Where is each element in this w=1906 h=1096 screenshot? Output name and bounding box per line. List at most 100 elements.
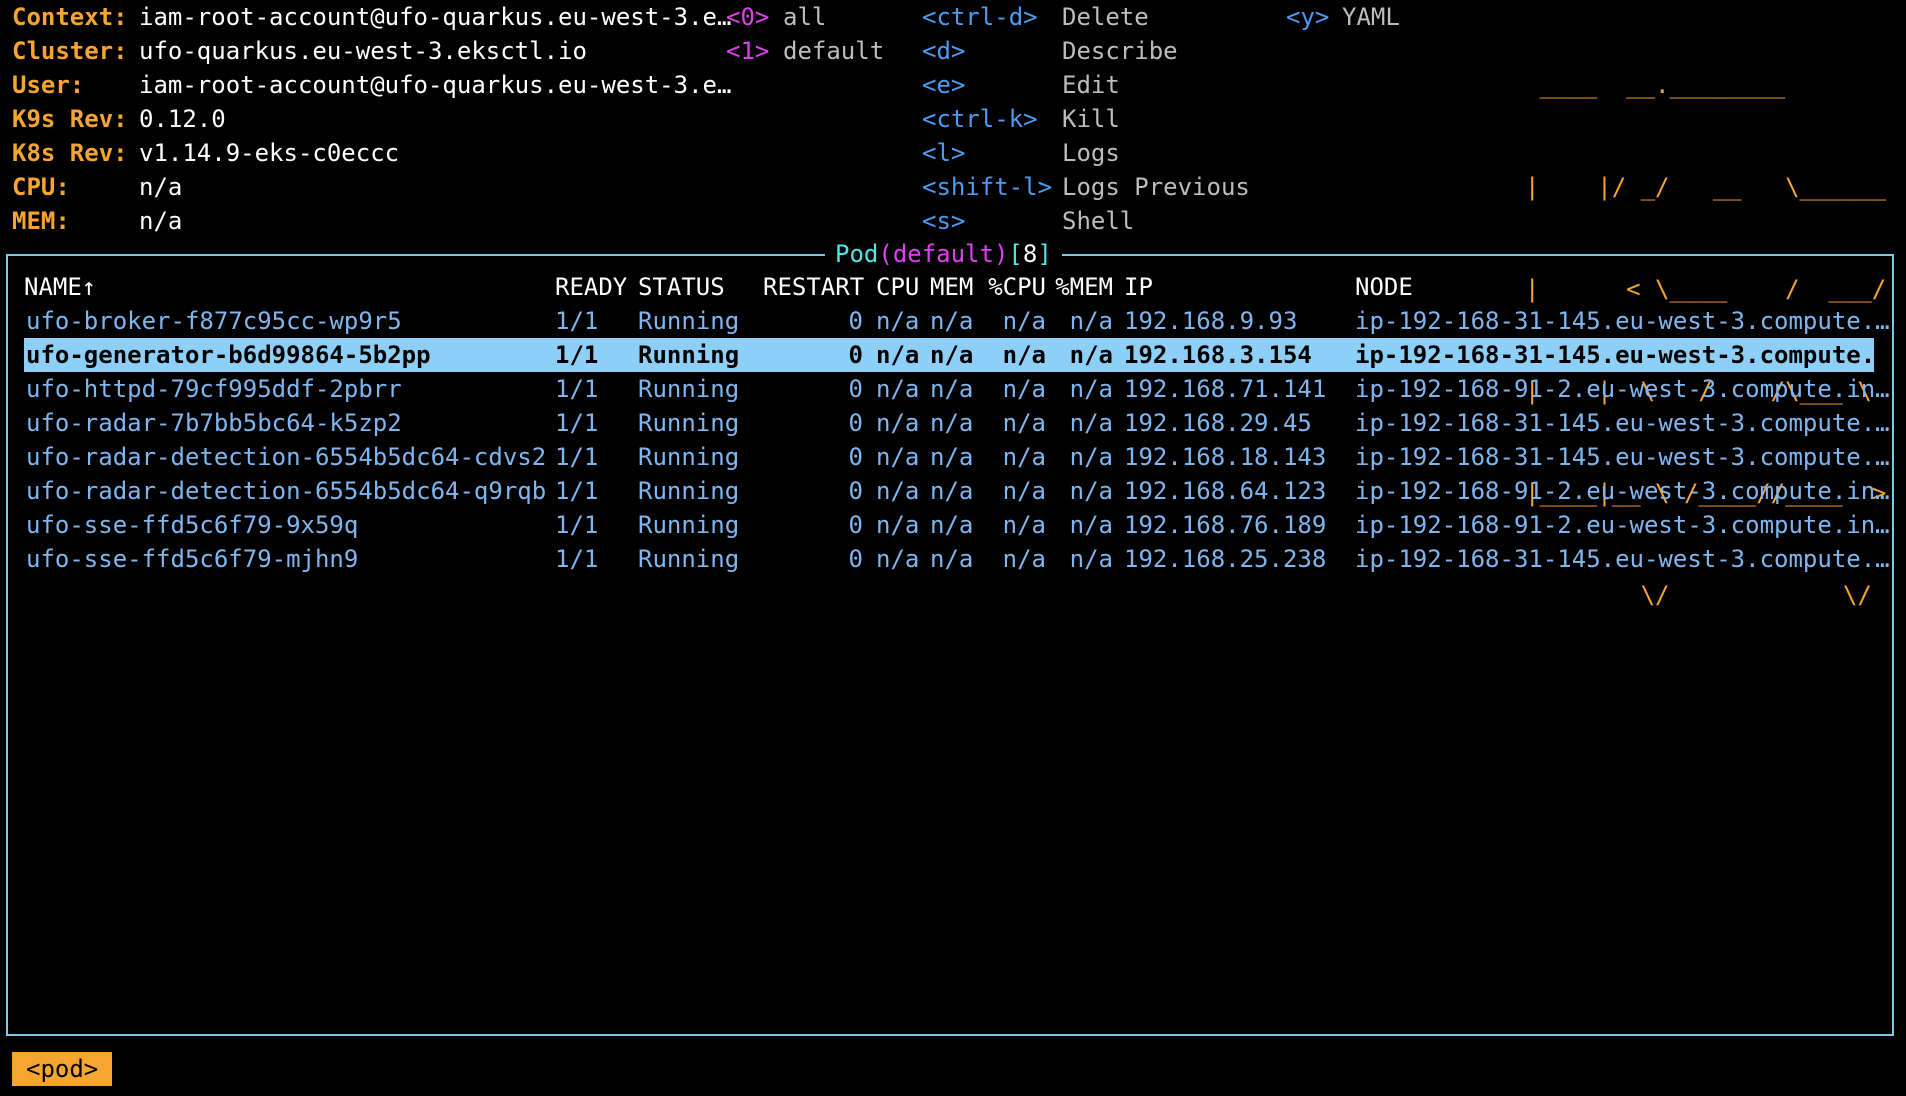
hotkey-describe-desc: Describe — [1062, 37, 1178, 65]
hotkey-shell-key[interactable]: <s> — [922, 204, 965, 238]
column-header-ready[interactable]: READY — [555, 270, 627, 304]
cell-mem-pct: n/a — [1069, 443, 1113, 471]
user-label: User: — [12, 71, 85, 99]
breadcrumb-pod[interactable]: <pod> — [12, 1052, 113, 1086]
cell-mem: n/a — [930, 307, 974, 335]
column-header-ip[interactable]: IP — [1124, 270, 1153, 304]
panel-namespace: default — [892, 240, 994, 268]
cell-status: Running — [638, 545, 740, 573]
column-header-node[interactable]: NODE — [1355, 270, 1413, 304]
mem-value: n/a — [139, 207, 183, 235]
cell-cpu-pct: n/a — [1002, 511, 1046, 539]
hotkey-delete-key[interactable]: <ctrl-d> — [922, 0, 1038, 34]
cell-ready: 1/1 — [555, 375, 599, 403]
cell-name: ufo-httpd-79cf995ddf-2pbrr — [26, 375, 402, 403]
cluster-value: ufo-quarkus.eu-west-3.eksctl.io — [139, 37, 587, 65]
cell-cpu: n/a — [876, 443, 920, 471]
cell-cpu-pct: n/a — [1002, 375, 1046, 403]
cell-mem: n/a — [930, 409, 974, 437]
cell-cpu-pct: n/a — [1002, 409, 1046, 437]
hotkey-yaml-key[interactable]: <y> — [1286, 0, 1329, 34]
cluster-label: Cluster: — [12, 37, 128, 65]
cell-status: Running — [638, 477, 740, 505]
cell-cpu-pct: n/a — [1002, 341, 1046, 369]
cell-restart: 0 — [848, 477, 863, 505]
cell-name: ufo-sse-ffd5c6f79-mjhn9 — [26, 545, 359, 573]
cell-status: Running — [638, 511, 740, 539]
cell-restart: 0 — [848, 375, 863, 403]
cell-ready: 1/1 — [555, 477, 599, 505]
cell-cpu: n/a — [876, 375, 920, 403]
cell-ready: 1/1 — [555, 443, 599, 471]
cell-ip: 192.168.9.93 — [1124, 307, 1298, 335]
cell-cpu: n/a — [876, 307, 920, 335]
hotkey-edit-desc: Edit — [1062, 71, 1120, 99]
cell-ip: 192.168.71.141 — [1124, 375, 1327, 403]
cell-restart: 0 — [848, 443, 863, 471]
cell-restart: 0 — [848, 511, 863, 539]
hotkey-logs-key[interactable]: <l> — [922, 136, 965, 170]
cell-cpu-pct: n/a — [1002, 307, 1046, 335]
cell-name: ufo-sse-ffd5c6f79-9x59q — [26, 511, 359, 539]
cell-status: Running — [638, 443, 740, 471]
logo-line: ____ __.________ — [1525, 71, 1887, 99]
column-header-restart[interactable]: RESTART — [763, 270, 864, 304]
column-header-cpu[interactable]: CPU — [876, 270, 919, 304]
cell-ready: 1/1 — [555, 545, 599, 573]
cell-mem: n/a — [930, 545, 974, 573]
cpu-label: CPU: — [12, 173, 70, 201]
cell-name: ufo-radar-detection-6554b5dc64-cdvs2 — [26, 443, 547, 471]
cell-node: ip-192-168-91-2.eu-west-3.compute.in… — [1355, 375, 1890, 403]
hotkey-logs-previous-key[interactable]: <shift-l> — [922, 170, 1052, 204]
panel-resource: Pod — [835, 240, 879, 268]
cell-ready: 1/1 — [555, 511, 599, 539]
column-header-cpu-pct[interactable]: %CPU — [986, 270, 1046, 304]
cell-mem-pct: n/a — [1069, 409, 1113, 437]
cell-mem-pct: n/a — [1069, 375, 1113, 403]
namespace-key-default[interactable]: <1> — [726, 34, 769, 68]
cell-node: ip-192-168-91-2.eu-west-3.compute.in… — [1355, 477, 1890, 505]
cell-cpu-pct: n/a — [1002, 545, 1046, 573]
cell-name: ufo-radar-7b7bb5bc64-k5zp2 — [26, 409, 402, 437]
hotkey-kill-desc: Kill — [1062, 105, 1120, 133]
cell-ip: 192.168.76.189 — [1124, 511, 1327, 539]
cell-ip: 192.168.18.143 — [1124, 443, 1327, 471]
hotkey-kill-key[interactable]: <ctrl-k> — [922, 102, 1038, 136]
hotkey-yaml-desc: YAML — [1342, 3, 1400, 31]
column-header-mem[interactable]: MEM — [930, 270, 973, 304]
cell-node: ip-192-168-31-145.eu-west-3.compute.… — [1355, 443, 1890, 471]
cell-status: Running — [638, 409, 740, 437]
cell-mem-pct: n/a — [1069, 341, 1113, 369]
hotkey-shell-desc: Shell — [1062, 207, 1135, 235]
hotkey-describe-key[interactable]: <d> — [922, 34, 965, 68]
cpu-value: n/a — [139, 173, 183, 201]
cell-cpu: n/a — [876, 511, 920, 539]
cell-cpu: n/a — [876, 545, 920, 573]
cell-mem-pct: n/a — [1069, 545, 1113, 573]
logo-line: | |/ _/ __ \______ — [1525, 173, 1887, 201]
column-header-status[interactable]: STATUS — [638, 270, 725, 304]
user-value: iam-root-account@ufo-quarkus.eu-west-3.e… — [139, 71, 732, 99]
column-header-name[interactable]: NAME↑ — [24, 270, 96, 304]
k9s-rev-label: K9s Rev: — [12, 105, 128, 133]
cell-node: ip-192-168-31-145.eu-west-3.compute.… — [1355, 545, 1890, 573]
cell-name: ufo-radar-detection-6554b5dc64-q9rqb — [26, 477, 547, 505]
cell-mem: n/a — [930, 477, 974, 505]
cell-name: ufo-generator-b6d99864-5b2pp — [26, 341, 431, 369]
namespace-name-all[interactable]: all — [783, 0, 826, 34]
hotkey-delete-desc: Delete — [1062, 3, 1149, 31]
cell-ip: 192.168.3.154 — [1124, 341, 1312, 369]
namespace-key-all[interactable]: <0> — [726, 0, 769, 34]
column-header-mem-pct[interactable]: %MEM — [1053, 270, 1113, 304]
cell-cpu: n/a — [876, 409, 920, 437]
hotkey-logs-desc: Logs — [1062, 139, 1120, 167]
cell-node: ip-192-168-31-145.eu-west-3.compute.… — [1355, 409, 1890, 437]
k9s-rev-value: 0.12.0 — [139, 105, 226, 133]
cell-mem: n/a — [930, 511, 974, 539]
cell-status: Running — [638, 307, 740, 335]
cell-node: ip-192-168-91-2.eu-west-3.compute.in… — [1355, 511, 1890, 539]
cell-ready: 1/1 — [555, 409, 599, 437]
namespace-name-default[interactable]: default — [783, 34, 884, 68]
cell-mem: n/a — [930, 375, 974, 403]
hotkey-edit-key[interactable]: <e> — [922, 68, 965, 102]
